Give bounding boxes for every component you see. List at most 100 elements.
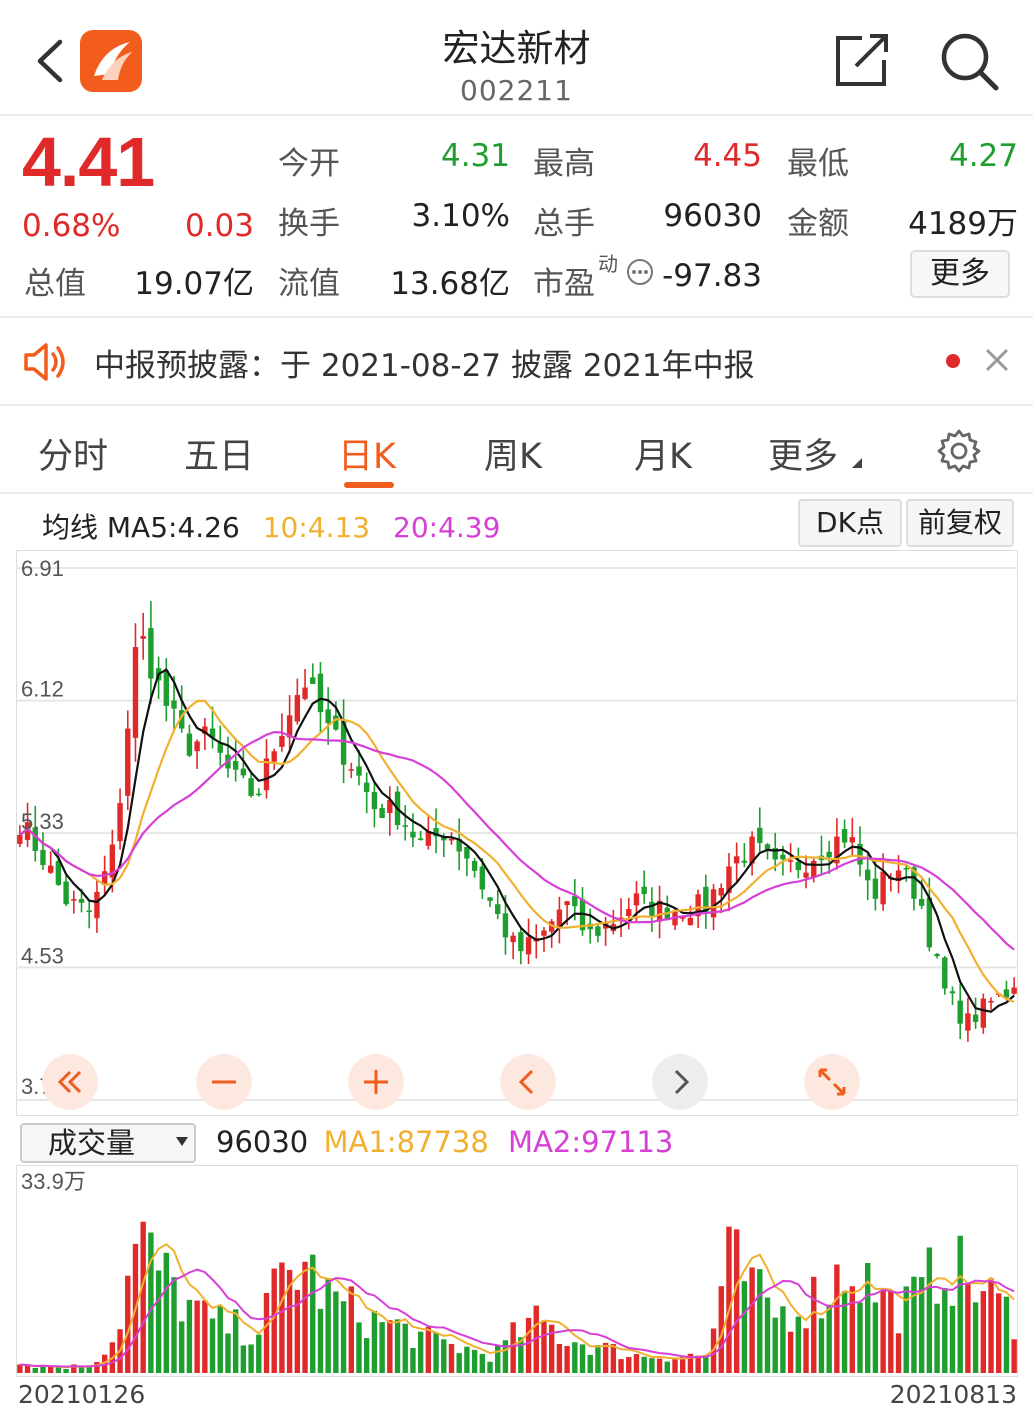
volume-bar bbox=[795, 1316, 802, 1373]
volume-bar bbox=[495, 1345, 501, 1373]
candle-body bbox=[163, 670, 169, 706]
volume-bar bbox=[972, 1302, 979, 1373]
dropdown-icon bbox=[176, 1137, 188, 1146]
candlestick-chart[interactable]: 6.916.125.334.533.74 bbox=[16, 550, 1018, 1116]
candle-body bbox=[595, 926, 601, 936]
candle-body bbox=[795, 861, 802, 871]
open-value: 4.31 bbox=[440, 138, 510, 174]
tab-five-day[interactable]: 五日 bbox=[184, 428, 254, 479]
candle-body bbox=[780, 854, 786, 860]
volume-label: 总手 bbox=[533, 206, 595, 242]
header-bar: 宏达新材 002211 bbox=[0, 0, 1033, 116]
candle-body bbox=[849, 837, 855, 843]
chevron-left-icon[interactable] bbox=[500, 1054, 556, 1110]
quote-panel: 4.41 0.68% 0.03 今开 4.31 最高 4.45 最低 4.27 … bbox=[0, 118, 1033, 318]
candle-body bbox=[518, 932, 524, 952]
volume-bar bbox=[209, 1318, 216, 1373]
search-icon[interactable] bbox=[938, 30, 1000, 92]
volume-bar bbox=[487, 1361, 493, 1373]
close-icon[interactable] bbox=[982, 345, 1012, 375]
tab-intraday[interactable]: 分时 bbox=[38, 428, 108, 479]
candle-body bbox=[117, 803, 123, 842]
turnover-label: 换手 bbox=[278, 206, 340, 242]
candle-body bbox=[525, 937, 532, 955]
volume-bar bbox=[248, 1344, 254, 1373]
low-label: 最低 bbox=[787, 146, 849, 182]
candle-body bbox=[841, 829, 848, 843]
volume-bar bbox=[957, 1235, 963, 1373]
volume-bar bbox=[803, 1328, 809, 1373]
volume-bar bbox=[47, 1366, 54, 1373]
candle-body bbox=[232, 761, 239, 770]
volume-ma2: MA2:97113 bbox=[508, 1125, 674, 1159]
rewind-icon[interactable] bbox=[42, 1054, 98, 1110]
volume-bar bbox=[610, 1344, 617, 1373]
volume-bar bbox=[163, 1252, 169, 1373]
volume-bar bbox=[356, 1322, 362, 1373]
volume-bar bbox=[325, 1279, 331, 1373]
pe-value: -97.83 bbox=[662, 258, 762, 294]
candle-body bbox=[803, 872, 809, 878]
tab-monthly-k[interactable]: 月K bbox=[634, 428, 692, 479]
fullscreen-icon[interactable] bbox=[804, 1054, 860, 1110]
volume-bar bbox=[333, 1291, 339, 1373]
tab-daily-k[interactable]: 日K bbox=[338, 428, 396, 479]
share-icon[interactable] bbox=[832, 32, 892, 90]
gear-icon[interactable] bbox=[936, 428, 982, 474]
end-date-label: 20210813 bbox=[889, 1380, 1017, 1409]
tab-more[interactable]: 更多 bbox=[768, 428, 838, 479]
volume-bar bbox=[695, 1355, 701, 1373]
candle-body bbox=[125, 728, 131, 796]
volume-bar bbox=[1003, 1296, 1010, 1373]
volume-bar bbox=[55, 1366, 62, 1373]
chevron-right-icon[interactable] bbox=[652, 1054, 708, 1110]
volume-bar bbox=[857, 1302, 863, 1373]
volume-bar bbox=[217, 1305, 223, 1373]
volume-bar bbox=[379, 1322, 385, 1373]
candle-body bbox=[364, 782, 370, 792]
candle-body bbox=[972, 1014, 979, 1022]
more-button[interactable]: 更多 bbox=[910, 250, 1010, 298]
dropdown-icon bbox=[852, 458, 862, 468]
candle-body bbox=[148, 628, 154, 679]
float-value: 13.68亿 bbox=[390, 266, 510, 302]
volume-bar bbox=[271, 1268, 277, 1373]
adjust-button[interactable]: 前复权 bbox=[906, 499, 1014, 547]
price-axis-label: 4.53 bbox=[21, 943, 64, 968]
open-label: 今开 bbox=[278, 146, 340, 182]
zoom-in-icon[interactable] bbox=[348, 1054, 404, 1110]
candle-body bbox=[464, 846, 470, 859]
tab-weekly-k[interactable]: 周K bbox=[484, 428, 542, 479]
candle-body bbox=[564, 901, 570, 906]
volume-bar bbox=[441, 1339, 447, 1373]
ma-legend: 均线 MA5:4.26 10:4.13 20:4.39 bbox=[42, 506, 500, 546]
volume-bar bbox=[348, 1286, 354, 1373]
volume-chart[interactable]: 33.9万 bbox=[16, 1165, 1018, 1377]
volume-bar bbox=[949, 1305, 956, 1373]
high-label: 最高 bbox=[533, 146, 595, 182]
volume-bar bbox=[394, 1319, 401, 1373]
candle-body bbox=[757, 827, 763, 843]
dk-point-button[interactable]: DK点 bbox=[798, 499, 902, 547]
indicator-select[interactable]: 成交量 bbox=[20, 1123, 196, 1163]
volume-bar bbox=[556, 1343, 563, 1373]
candle-body bbox=[495, 904, 501, 915]
candle-body bbox=[78, 899, 85, 903]
volume-bar bbox=[996, 1293, 1002, 1373]
volume-bar bbox=[834, 1264, 840, 1373]
candle-body bbox=[942, 957, 948, 989]
candle-body bbox=[649, 901, 655, 916]
volume-bar bbox=[572, 1342, 578, 1373]
candle-body bbox=[741, 860, 748, 863]
candle-body bbox=[55, 860, 62, 885]
volume-bar bbox=[649, 1358, 655, 1373]
change-percent: 0.68% bbox=[22, 208, 121, 244]
candle-body bbox=[86, 910, 92, 913]
candle-body bbox=[811, 860, 817, 878]
volume-bar bbox=[410, 1348, 416, 1373]
candle-body bbox=[348, 769, 354, 771]
volume-bar bbox=[726, 1226, 732, 1373]
zoom-out-icon[interactable] bbox=[196, 1054, 252, 1110]
volume-bar bbox=[626, 1356, 632, 1373]
notice-bar[interactable]: 中报预披露：于 2021-08-27 披露 2021年中报 bbox=[0, 320, 1033, 406]
